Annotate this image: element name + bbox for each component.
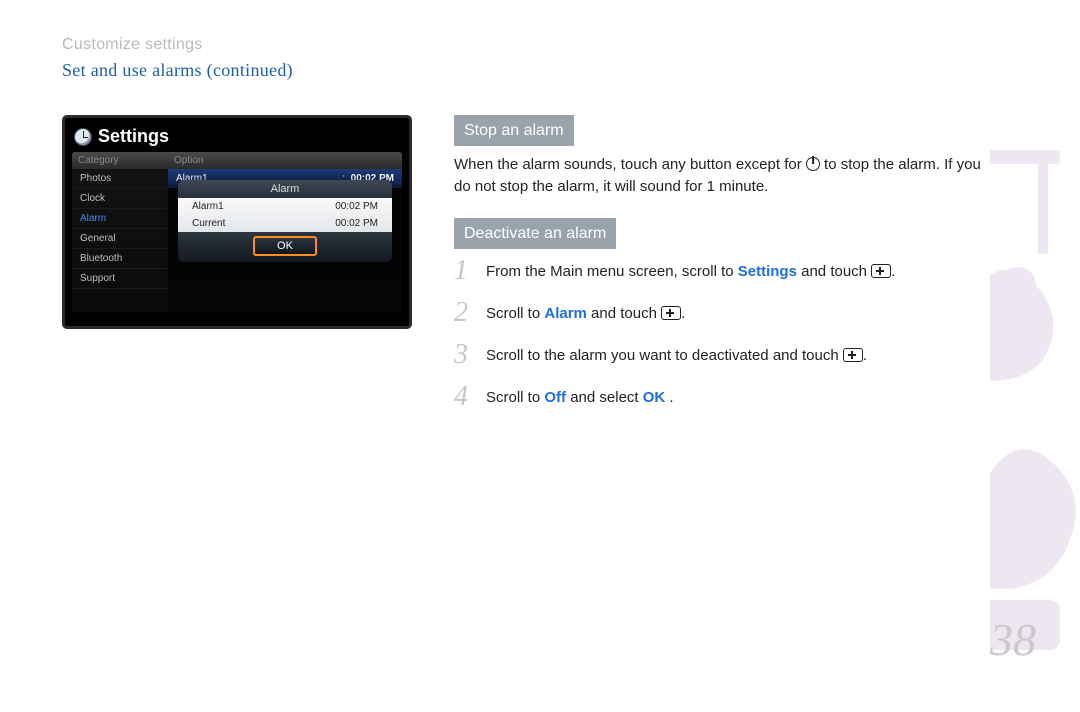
options-header: Option bbox=[168, 152, 402, 169]
device-sidebar-item: Bluetooth bbox=[72, 249, 168, 269]
stop-alarm-text: When the alarm sounds, touch any button … bbox=[454, 154, 1000, 198]
enter-icon bbox=[871, 264, 891, 278]
device-sidebar-item: Clock bbox=[72, 189, 168, 209]
enter-icon bbox=[661, 306, 681, 320]
device-sidebar-item: Alarm bbox=[72, 209, 168, 229]
step-number: 3 bbox=[454, 341, 486, 369]
decorative-sideart bbox=[990, 130, 1080, 670]
step-number: 1 bbox=[454, 257, 486, 285]
device-sidebar-item: Photos bbox=[72, 169, 168, 189]
ok-button[interactable]: OK bbox=[253, 236, 317, 256]
device-sidebar-item: Support bbox=[72, 269, 168, 289]
popup-row: Alarm100:02 PM bbox=[178, 198, 392, 215]
step: 1From the Main menu screen, scroll to Se… bbox=[454, 257, 1000, 285]
breadcrumb: Customize settings bbox=[62, 36, 1000, 54]
power-icon bbox=[806, 157, 820, 171]
device-title: Settings bbox=[98, 126, 169, 147]
heading-deactivate-alarm: Deactivate an alarm bbox=[454, 218, 616, 249]
popup-title: Alarm bbox=[178, 180, 392, 198]
step: 4Scroll to Off and select OK . bbox=[454, 383, 1000, 411]
popup-row: Current00:02 PM bbox=[178, 215, 392, 232]
step-number: 4 bbox=[454, 383, 486, 411]
enter-icon bbox=[843, 348, 863, 362]
page-number: 38 bbox=[990, 613, 1036, 666]
step: 3Scroll to the alarm you want to deactiv… bbox=[454, 341, 1000, 369]
deactivate-steps: 1From the Main menu screen, scroll to Se… bbox=[454, 257, 1000, 411]
alarm-popup: Alarm Alarm100:02 PMCurrent00:02 PM OK bbox=[178, 180, 392, 262]
device-sidebar-item: General bbox=[72, 229, 168, 249]
section-title: Set and use alarms (continued) bbox=[62, 60, 1000, 81]
clock-icon bbox=[74, 128, 92, 146]
step-number: 2 bbox=[454, 299, 486, 327]
device-sidebar: Category PhotosClockAlarmGeneralBluetoot… bbox=[72, 152, 168, 312]
device-screenshot: Settings Category PhotosClockAlarmGenera… bbox=[62, 115, 412, 329]
sidebar-header: Category bbox=[72, 152, 168, 169]
step: 2Scroll to Alarm and touch . bbox=[454, 299, 1000, 327]
heading-stop-alarm: Stop an alarm bbox=[454, 115, 574, 146]
